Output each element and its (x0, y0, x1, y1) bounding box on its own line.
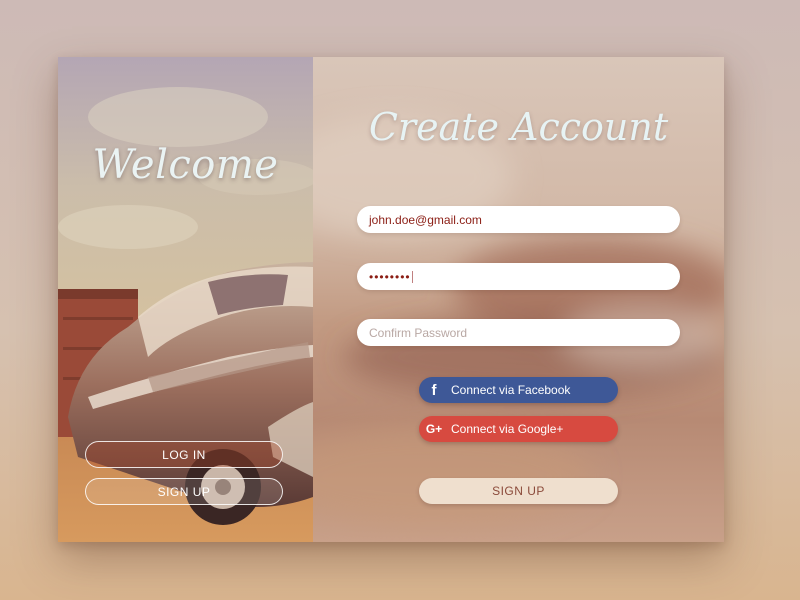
create-account-title: Create Account (368, 105, 669, 149)
login-button[interactable]: LOG IN (85, 441, 283, 468)
google-connect-button[interactable]: G+ Connect via Google+ (419, 416, 618, 442)
password-field[interactable]: •••••••• (357, 263, 680, 290)
welcome-heading: Welcome (92, 142, 279, 188)
signup-button[interactable]: SIGN UP (419, 478, 618, 504)
signup-card: Welcome LOG IN SIGN UP Create Account jo… (58, 57, 724, 542)
vintage-car-photo (58, 57, 313, 542)
text-cursor (411, 270, 413, 283)
welcome-panel: Welcome LOG IN SIGN UP (58, 57, 313, 542)
facebook-connect-button[interactable]: f Connect via Facebook (419, 377, 618, 403)
facebook-connect-label: Connect via Facebook (451, 383, 571, 397)
email-value: john.doe@gmail.com (369, 212, 482, 227)
google-plus-icon: G+ (425, 422, 443, 436)
create-account-panel: Create Account john.doe@gmail.com ••••••… (313, 57, 724, 542)
confirm-password-field[interactable] (357, 319, 680, 346)
facebook-icon: f (431, 381, 437, 399)
left-signup-button[interactable]: SIGN UP (85, 478, 283, 505)
password-value: •••••••• (369, 269, 411, 284)
google-connect-label: Connect via Google+ (451, 422, 564, 436)
email-field[interactable]: john.doe@gmail.com (357, 206, 680, 233)
